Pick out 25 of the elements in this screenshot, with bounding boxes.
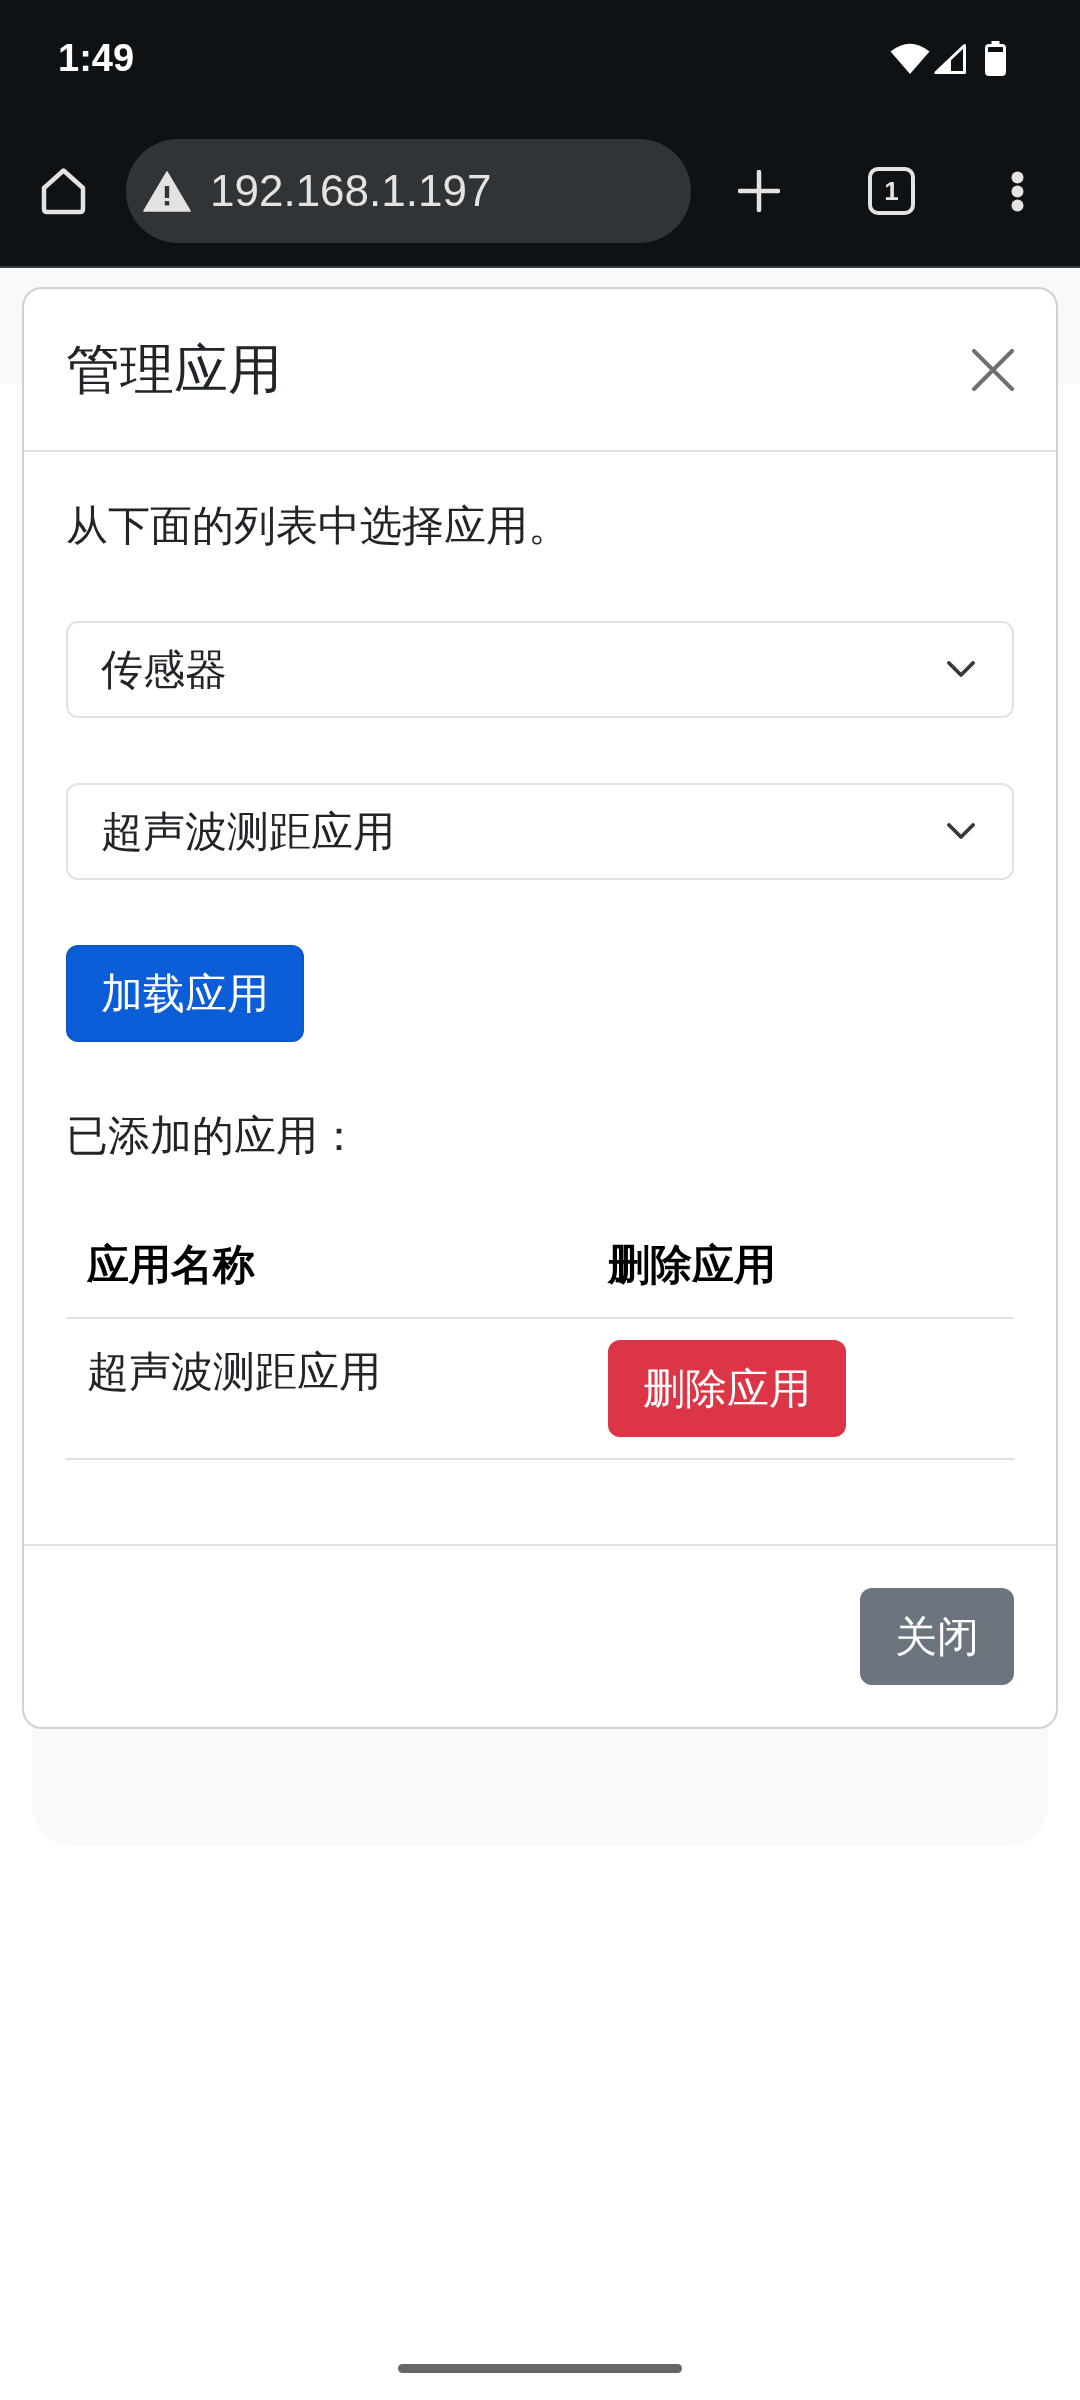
chevron-down-icon [947, 823, 975, 840]
signal-icon [933, 42, 966, 74]
modal-title: 管理应用 [66, 338, 282, 401]
load-button[interactable]: 加载应用 [66, 945, 304, 1042]
url-text: 192.168.1.197 [210, 165, 492, 217]
tab-count-button[interactable]: 1 [868, 167, 915, 215]
battery-icon [985, 40, 1006, 76]
column-header: 应用名称 [66, 1212, 587, 1318]
chevron-down-icon [947, 661, 975, 678]
intro-text: 从下面的列表中选择应用。 [66, 501, 571, 551]
close-icon[interactable] [972, 348, 1014, 391]
status-time: 1:49 [58, 36, 135, 80]
dropdown-field[interactable]: 超声波测距应用 [66, 783, 1014, 880]
added-apps-label: 已添加的应用： [66, 1111, 361, 1161]
dropdown-field[interactable]: 传感器 [66, 621, 1014, 718]
wifi-icon [890, 42, 930, 74]
home-icon[interactable] [40, 167, 87, 215]
warning-icon [143, 170, 191, 212]
column-header: 删除应用 [587, 1212, 1014, 1318]
close-button[interactable]: 关闭 [860, 1588, 1014, 1685]
new-tab-plus-icon[interactable] [738, 170, 780, 212]
menu-icon[interactable] [1011, 170, 1024, 212]
delete-button[interactable]: 删除应用 [608, 1340, 846, 1437]
address-bar[interactable]: 192.168.1.197 [126, 139, 691, 243]
table-cell: 超声波测距应用 [66, 1318, 587, 1459]
